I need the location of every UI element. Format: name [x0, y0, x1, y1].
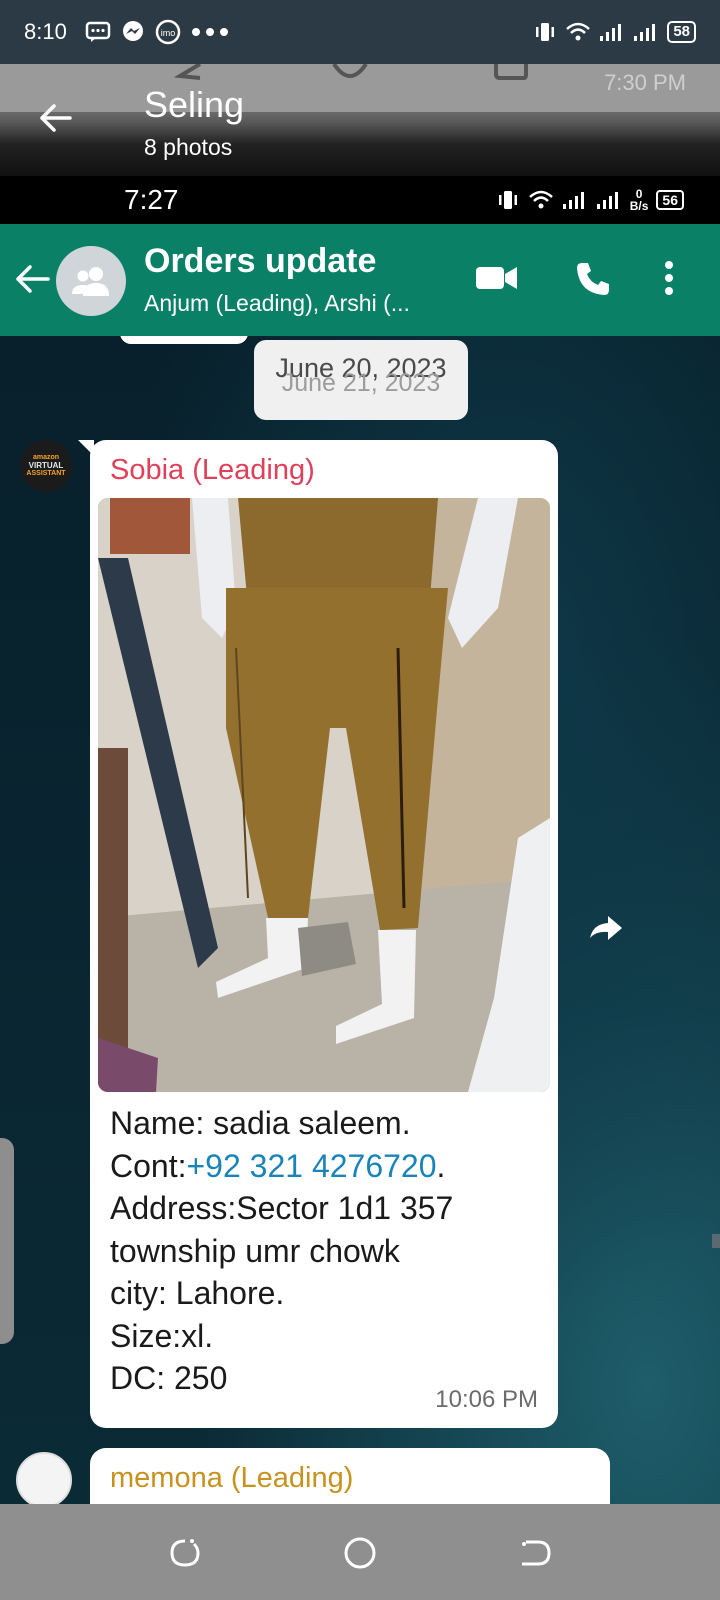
message-line-address: Address:Sector 1d1 357 [110, 1190, 454, 1226]
message-text: Name: sadia saleem. Cont:+92 321 4276720… [110, 1102, 540, 1400]
signal-icon [562, 192, 584, 209]
date-chip-ghost: June 21, 2023 [281, 369, 441, 397]
next-message-sender[interactable]: memona (Leading) [110, 1462, 353, 1495]
battery-indicator: 58 [667, 21, 696, 43]
inner-system-indicators: 0 B/s 56 [496, 188, 684, 212]
network-speed: 0 B/s [630, 188, 649, 212]
more-dots-icon [191, 28, 228, 36]
network-speed-unit: B/s [629, 199, 649, 213]
edge-panel-handle[interactable] [0, 1138, 14, 1344]
video-call-icon[interactable] [476, 264, 518, 292]
ghost-nav-shapes [170, 64, 530, 80]
message-bubble[interactable]: Sobia (Leading) Name: sadia saleem. Cont… [90, 440, 558, 1428]
previous-message-edge [120, 336, 248, 344]
next-message-bubble[interactable]: memona (Leading) [90, 1448, 610, 1504]
inner-battery-indicator: 56 [656, 190, 684, 210]
phone-link[interactable]: +92 321 4276720 [186, 1148, 436, 1184]
gallery-viewer-header: 7:30 PM Seling 8 photos [0, 64, 720, 176]
wifi-icon [528, 190, 553, 209]
inner-status-time: 7:27 [124, 184, 179, 215]
message-sender[interactable]: Sobia (Leading) [110, 454, 315, 487]
vibrate-icon [498, 191, 517, 209]
album-title: Seling [144, 84, 245, 125]
chat-header: Orders update Anjum (Leading), Arshi (..… [0, 224, 720, 336]
vibrate-icon [536, 23, 555, 41]
message-time: 10:06 PM [435, 1386, 538, 1413]
inner-status-bar: 7:27 0 B/s 56 [0, 176, 720, 224]
back-arrow-icon[interactable] [36, 98, 76, 138]
back-nav-icon[interactable] [518, 1536, 552, 1570]
second-sender-avatar[interactable] [16, 1452, 72, 1504]
forward-icon[interactable] [588, 914, 624, 942]
chat-title[interactable]: Orders update [144, 242, 376, 281]
ghost-timestamp: 7:30 PM [604, 70, 686, 95]
signal-icon [596, 192, 618, 209]
contact-end: . [436, 1147, 446, 1184]
imo-icon: imo [155, 19, 181, 45]
signal-icon [600, 24, 622, 41]
contact-label: Cont: [110, 1147, 187, 1184]
voice-call-icon[interactable] [574, 260, 612, 298]
photo-content [98, 498, 550, 1092]
message-line-size: Size:xl. [110, 1317, 214, 1354]
chat-members[interactable]: Anjum (Leading), Arshi (... [144, 290, 410, 317]
messenger-icon [122, 21, 143, 41]
recent-apps-icon[interactable] [168, 1536, 202, 1570]
message-photo[interactable] [98, 498, 550, 1092]
signal-icon [634, 24, 656, 41]
home-icon[interactable] [343, 1536, 377, 1570]
chat-bubble-icon [85, 21, 111, 42]
navigation-bar [0, 1504, 720, 1600]
scroll-indicator [712, 1234, 720, 1248]
message-line-name: Name: sadia saleem. [110, 1105, 411, 1141]
avatar-line-2: VIRTUAL [28, 461, 64, 470]
message-line-contact: Cont:+92 321 4276720. [110, 1145, 540, 1188]
system-indicators: 58 [533, 21, 696, 43]
chat-back-arrow-icon[interactable] [14, 260, 52, 298]
message-line-city: city: Lahore. [110, 1275, 285, 1311]
wifi-icon [566, 22, 591, 41]
message-line-address-2: township umr chowk [110, 1232, 400, 1269]
svg-text:imo: imo [161, 28, 176, 38]
more-options-icon[interactable] [664, 260, 674, 296]
group-avatar[interactable] [56, 246, 126, 316]
avatar-line-3: ASSISTANT [26, 470, 66, 477]
chat-body[interactable]: June 20, 2023 June 21, 2023 amazon VIRTU… [0, 336, 720, 1504]
photo-count: 8 photos [144, 134, 233, 160]
status-time: 8:10 [24, 19, 67, 44]
notification-icons: imo [85, 19, 229, 45]
sender-avatar[interactable]: amazon VIRTUAL ASSISTANT [20, 440, 72, 492]
group-icon [72, 267, 109, 296]
status-bar: 8:10 imo 58 [0, 0, 720, 64]
date-chip: June 20, 2023 June 21, 2023 [254, 340, 468, 420]
